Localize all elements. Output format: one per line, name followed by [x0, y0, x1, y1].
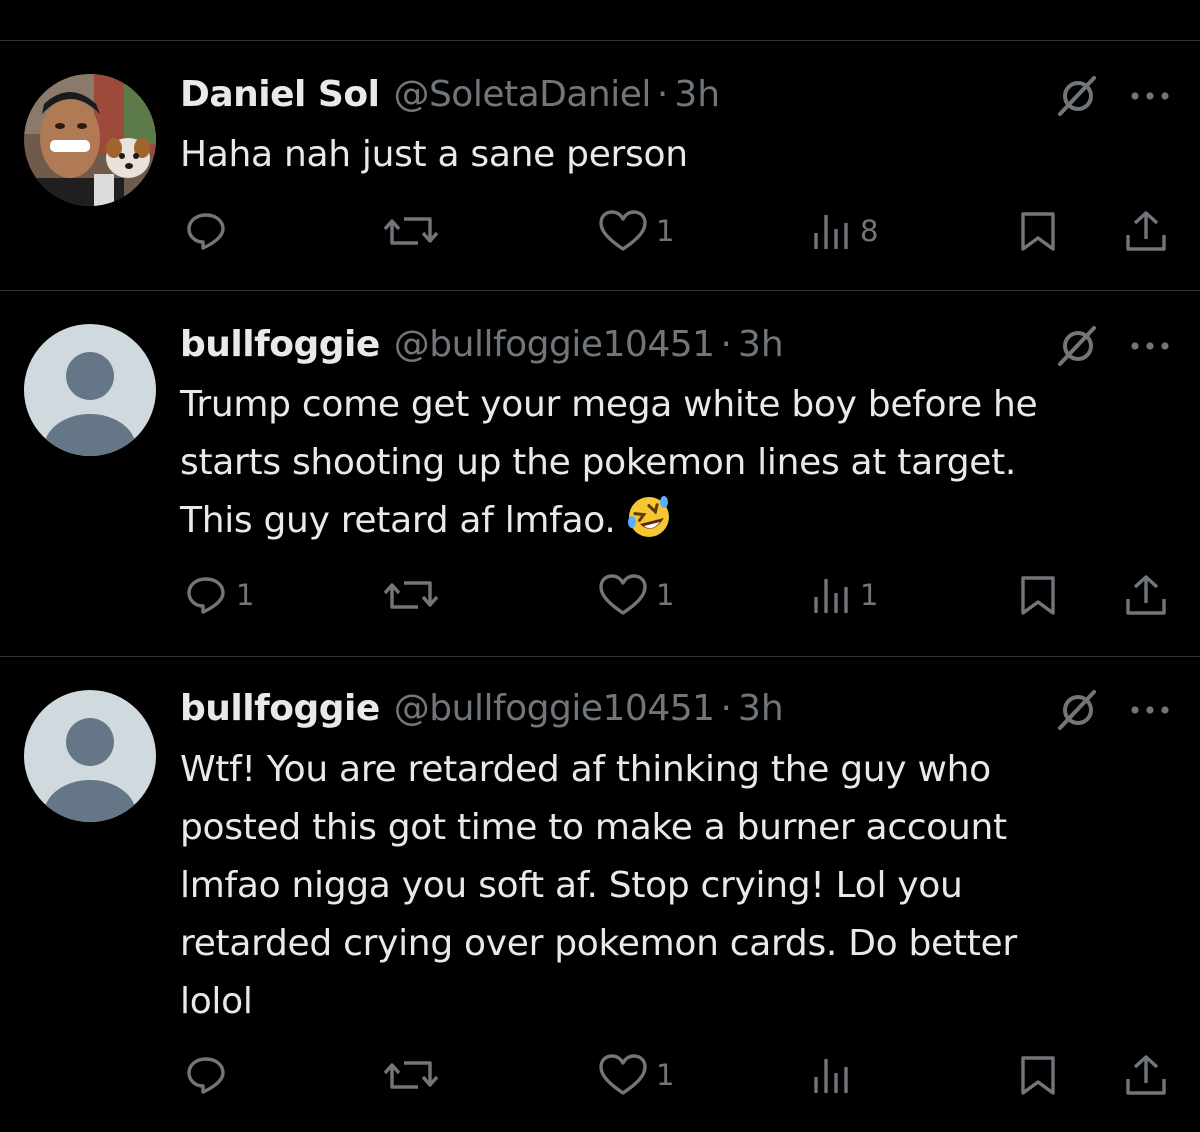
like-button[interactable]: 1 — [598, 1050, 674, 1100]
share-button[interactable] — [1124, 570, 1168, 620]
avatar[interactable] — [24, 74, 156, 206]
reply-icon — [187, 1057, 225, 1094]
divider — [0, 40, 1200, 41]
tweet-header: Daniel Sol @SoletaDaniel · 3h — [180, 70, 720, 120]
display-name[interactable]: bullfoggie — [180, 320, 380, 370]
divider — [0, 656, 1200, 657]
tweet-text: Trump come get your mega white boy befor… — [180, 376, 1170, 550]
more-icon[interactable] — [1128, 336, 1172, 356]
share-button[interactable] — [1124, 206, 1168, 256]
reply-button[interactable] — [184, 206, 236, 256]
view-count: 1 — [860, 578, 879, 612]
separator-dot: · — [720, 324, 732, 365]
like-icon — [599, 574, 647, 615]
user-handle[interactable]: @bullfoggie10451 — [394, 320, 715, 370]
tweet-text: Wtf! You are retarded af thinking the gu… — [180, 749, 1017, 1022]
reply-icon — [187, 577, 225, 614]
reply-button[interactable]: 1 — [184, 570, 254, 620]
tweet-header: bullfoggie @bullfoggie10451 · 3h — [180, 684, 784, 734]
views-button[interactable]: 1 — [812, 570, 878, 620]
action-bar: 1 8 — [0, 206, 1200, 256]
separator-dot: · — [656, 74, 669, 115]
divider — [0, 290, 1200, 291]
like-icon — [599, 1054, 647, 1095]
avatar[interactable] — [24, 324, 156, 456]
repost-icon — [384, 581, 438, 609]
bookmark-icon — [1021, 212, 1055, 251]
views-icon — [814, 579, 848, 613]
share-icon — [1126, 575, 1166, 615]
display-name[interactable]: bullfoggie — [180, 684, 380, 734]
grok-icon[interactable] — [1054, 72, 1102, 120]
views-button[interactable]: 8 — [812, 206, 878, 256]
grok-icon[interactable] — [1054, 322, 1102, 370]
tweet-text: Haha nah just a sane person — [180, 134, 688, 175]
views-button[interactable] — [812, 1050, 860, 1100]
action-bar: 1 1 1 — [0, 570, 1200, 620]
reply-button[interactable] — [184, 1050, 236, 1100]
like-count: 1 — [656, 578, 675, 612]
tweet-header: bullfoggie @bullfoggie10451 · 3h — [180, 320, 784, 370]
repost-button[interactable] — [384, 570, 446, 620]
timestamp[interactable]: 3h — [674, 70, 720, 120]
like-icon — [599, 210, 647, 251]
share-icon — [1126, 1055, 1166, 1095]
views-icon — [814, 1059, 848, 1093]
repost-icon — [384, 217, 438, 245]
like-count: 1 — [656, 1058, 675, 1092]
action-bar: 1 — [0, 1050, 1200, 1100]
bookmark-button[interactable] — [1018, 1050, 1058, 1100]
tweet-feed: Daniel Sol @SoletaDaniel · 3h Haha nah j… — [0, 0, 1200, 1132]
bookmark-button[interactable] — [1018, 206, 1058, 256]
grok-icon[interactable] — [1054, 686, 1102, 734]
like-button[interactable]: 1 — [598, 570, 674, 620]
views-icon — [814, 215, 848, 249]
separator-dot: · — [720, 688, 732, 729]
more-icon[interactable] — [1128, 86, 1172, 106]
display-name[interactable]: Daniel Sol — [180, 70, 380, 120]
laughing-emoji-icon — [627, 496, 669, 537]
bookmark-icon — [1021, 576, 1055, 615]
repost-icon — [384, 1061, 438, 1089]
reply-icon — [187, 213, 225, 250]
like-button[interactable]: 1 — [598, 206, 674, 256]
avatar[interactable] — [24, 690, 156, 822]
repost-button[interactable] — [384, 1050, 446, 1100]
bookmark-button[interactable] — [1018, 570, 1058, 620]
tweet-text-content: Trump come get your mega white boy befor… — [180, 384, 1038, 541]
share-button[interactable] — [1124, 1050, 1168, 1100]
bookmark-icon — [1021, 1056, 1055, 1095]
more-icon[interactable] — [1128, 700, 1172, 720]
reply-count: 1 — [236, 578, 255, 612]
user-handle[interactable]: @bullfoggie10451 — [394, 684, 715, 734]
like-count: 1 — [656, 214, 675, 248]
timestamp[interactable]: 3h — [738, 684, 784, 734]
view-count: 8 — [860, 214, 879, 248]
share-icon — [1126, 211, 1166, 251]
repost-button[interactable] — [384, 206, 446, 256]
user-handle[interactable]: @SoletaDaniel — [393, 70, 651, 120]
timestamp[interactable]: 3h — [738, 320, 784, 370]
